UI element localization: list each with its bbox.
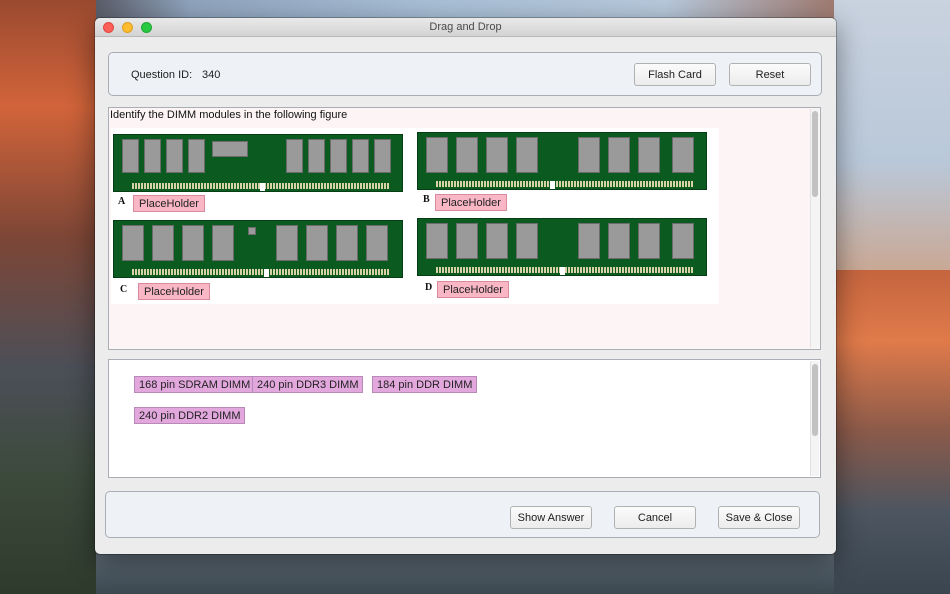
cancel-button[interactable]: Cancel (614, 506, 696, 529)
minimize-window-button[interactable] (122, 22, 133, 33)
zoom-window-button[interactable] (141, 22, 152, 33)
figure-letter-c: C (120, 284, 128, 295)
title-bar[interactable]: Drag and Drop (95, 18, 836, 37)
dimm-module-d-image (417, 218, 707, 276)
question-scrollbar[interactable] (810, 109, 819, 348)
desktop-background-right (834, 270, 950, 594)
drag-and-drop-window: Drag and Drop Question ID: 340 Flash Car… (95, 18, 836, 554)
question-header-panel: Question ID: 340 Flash Card Reset (108, 52, 822, 96)
drop-zone-d[interactable]: PlaceHolder (437, 281, 509, 298)
dimm-module-c-image (113, 220, 403, 278)
window-controls (103, 22, 152, 33)
question-scrollbar-thumb[interactable] (812, 111, 818, 197)
answers-scrollbar-thumb[interactable] (812, 364, 818, 436)
answer-tile-240-pin-ddr3[interactable]: 240 pin DDR3 DIMM (252, 376, 364, 393)
dimm-figure: A B C D (111, 128, 719, 304)
desktop-background-sky (834, 0, 950, 270)
figure-letter-d: D (425, 282, 433, 293)
answer-tile-184-pin-ddr[interactable]: 184 pin DDR DIMM (372, 376, 478, 393)
drop-zone-b[interactable]: PlaceHolder (435, 194, 507, 211)
question-id-label: Question ID: (131, 69, 193, 81)
answer-tile-168-pin-sdram[interactable]: 168 pin SDRAM DIMM (134, 376, 256, 393)
show-answer-button[interactable]: Show Answer (510, 506, 592, 529)
desktop-background-bottom (96, 554, 834, 594)
answer-options-area[interactable]: 168 pin SDRAM DIMM 240 pin DDR3 DIMM 184… (108, 359, 821, 478)
save-and-close-button[interactable]: Save & Close (718, 506, 800, 529)
figure-letter-a: A (118, 196, 126, 207)
figure-letter-b: B (423, 194, 430, 205)
reset-button[interactable]: Reset (729, 63, 811, 86)
dimm-module-b-image (417, 132, 707, 190)
question-id-value: 340 (202, 69, 221, 81)
question-area[interactable]: Identify the DIMM modules in the followi… (108, 107, 821, 350)
answers-scrollbar[interactable] (810, 361, 819, 476)
close-window-button[interactable] (103, 22, 114, 33)
question-text: Identify the DIMM modules in the followi… (110, 109, 348, 121)
drop-zone-a[interactable]: PlaceHolder (133, 195, 205, 212)
answer-tile-240-pin-ddr2[interactable]: 240 pin DDR2 DIMM (134, 407, 246, 424)
window-title: Drag and Drop (429, 21, 502, 33)
footer-panel: Show Answer Cancel Save & Close (105, 491, 820, 538)
dimm-module-a-image (113, 134, 403, 192)
drop-zone-c[interactable]: PlaceHolder (138, 283, 210, 300)
desktop-background-left (0, 0, 96, 594)
flash-card-button[interactable]: Flash Card (634, 63, 716, 86)
